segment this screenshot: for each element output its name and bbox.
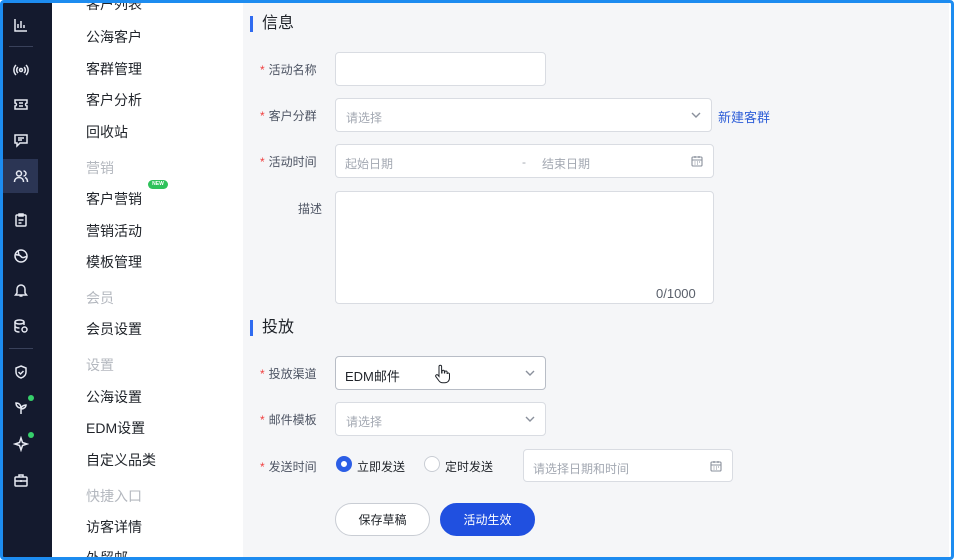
segment-placeholder: 请选择 bbox=[346, 111, 383, 125]
desc-label: 描述 bbox=[298, 202, 323, 216]
required-mark: * bbox=[260, 413, 265, 427]
radio-send-now[interactable] bbox=[336, 456, 352, 472]
menu-item-customer-analysis[interactable]: 客户分析 bbox=[86, 90, 142, 110]
channel-label-text: 投放渠道 bbox=[268, 367, 317, 381]
menu-item-edm-settings[interactable]: EDM设置 bbox=[86, 418, 145, 438]
menu-group-settings: 设置 bbox=[86, 357, 114, 373]
menu-item-visitor-details[interactable]: 访客详情 bbox=[86, 517, 142, 537]
required-mark: * bbox=[260, 63, 265, 77]
channel-label: * 投放渠道 bbox=[260, 365, 317, 382]
bell-icon[interactable] bbox=[3, 273, 38, 307]
chevron-down-icon bbox=[524, 367, 536, 379]
template-placeholder: 请选择 bbox=[346, 415, 383, 429]
menu-item-member-settings[interactable]: 会员设置 bbox=[86, 319, 142, 339]
menu-item-public-settings[interactable]: 公海设置 bbox=[86, 387, 142, 407]
datetime-placeholder: 请选择日期和时间 bbox=[533, 462, 630, 476]
menu-item-customer-marketing[interactable]: 客户营销 bbox=[86, 189, 142, 209]
required-mark: * bbox=[260, 367, 265, 381]
message-icon[interactable] bbox=[3, 123, 38, 157]
new-segment-link[interactable]: 新建客群 bbox=[718, 107, 770, 126]
date-range-picker[interactable]: 起始日期 - 结束日期 bbox=[335, 144, 714, 178]
globe-icon[interactable] bbox=[3, 239, 38, 273]
hand-cursor-icon bbox=[435, 364, 450, 384]
chevron-down-icon bbox=[524, 413, 536, 425]
activity-name-label: * 活动名称 bbox=[260, 61, 317, 78]
menu-item-recycle-bin[interactable]: 回收站 bbox=[86, 122, 128, 142]
chevron-down-icon bbox=[690, 109, 702, 121]
activity-name-label-text: 活动名称 bbox=[268, 63, 317, 77]
description-textarea[interactable]: 0/1000 bbox=[335, 191, 714, 304]
menu-group-member: 会员 bbox=[86, 290, 114, 306]
menu-item-trade-mail[interactable]: 外贸邮 bbox=[86, 548, 128, 557]
required-mark: * bbox=[260, 155, 265, 169]
clipboard-icon[interactable] bbox=[3, 203, 38, 237]
menu-item-customer-list[interactable]: 客户列表 bbox=[86, 3, 142, 14]
template-select[interactable]: 请选择 bbox=[335, 402, 546, 436]
rail-divider bbox=[9, 46, 33, 47]
template-label: * 邮件模板 bbox=[260, 411, 317, 428]
activity-name-input[interactable] bbox=[335, 52, 546, 86]
save-draft-button[interactable]: 保存草稿 bbox=[335, 503, 430, 536]
rail-divider bbox=[9, 348, 33, 349]
radio-scheduled-label[interactable]: 定时发送 bbox=[445, 458, 493, 475]
activate-button[interactable]: 活动生效 bbox=[440, 503, 535, 536]
menu-item-custom-categories[interactable]: 自定义品类 bbox=[86, 450, 156, 470]
menu-item-template-management[interactable]: 模板管理 bbox=[86, 252, 142, 272]
bar-chart-icon[interactable] bbox=[3, 8, 38, 42]
calendar-icon bbox=[710, 460, 722, 472]
datetime-picker[interactable]: 请选择日期和时间 bbox=[523, 449, 733, 482]
form-panel: 信息 * 活动名称 * 客户分群 请选择 新建客群 * 活动时间 起始日期 - 结束日… bbox=[243, 3, 949, 557]
section-title-info: 信息 bbox=[250, 16, 294, 32]
new-badge: NEW bbox=[148, 180, 168, 189]
send-time-label-text: 发送时间 bbox=[268, 460, 317, 474]
broadcast-icon[interactable] bbox=[3, 53, 38, 87]
shield-icon[interactable] bbox=[3, 355, 38, 389]
radio-send-now-label[interactable]: 立即发送 bbox=[357, 458, 405, 475]
end-date-placeholder[interactable]: 结束日期 bbox=[542, 155, 590, 172]
icon-rail bbox=[3, 3, 52, 557]
segment-select[interactable]: 请选择 bbox=[335, 98, 712, 132]
menu-group-marketing: 营销 bbox=[86, 160, 114, 176]
database-icon[interactable] bbox=[3, 309, 38, 343]
toolbox-icon[interactable] bbox=[3, 463, 38, 497]
users-icon[interactable] bbox=[3, 159, 38, 193]
notification-dot bbox=[28, 432, 34, 438]
section-title-delivery: 投放 bbox=[250, 320, 294, 336]
radio-scheduled[interactable] bbox=[424, 456, 440, 472]
range-separator: - bbox=[522, 155, 526, 169]
ticket-icon[interactable] bbox=[3, 87, 38, 121]
time-label-text: 活动时间 bbox=[268, 155, 317, 169]
time-label: * 活动时间 bbox=[260, 153, 317, 170]
calendar-icon bbox=[691, 155, 703, 167]
menu-group-shortcuts: 快捷入口 bbox=[86, 488, 142, 504]
menu-item-public-customers[interactable]: 公海客户 bbox=[86, 27, 142, 47]
template-label-text: 邮件模板 bbox=[268, 413, 317, 427]
menu-item-marketing-activities[interactable]: 营销活动 bbox=[86, 221, 142, 241]
segment-label: * 客户分群 bbox=[260, 107, 317, 124]
segment-label-text: 客户分群 bbox=[268, 109, 317, 123]
required-mark: * bbox=[260, 109, 265, 123]
required-mark: * bbox=[260, 460, 265, 474]
send-time-label: * 发送时间 bbox=[260, 458, 317, 475]
start-date-placeholder[interactable]: 起始日期 bbox=[345, 155, 393, 172]
notification-dot bbox=[28, 395, 34, 401]
channel-value: EDM邮件 bbox=[345, 369, 400, 384]
menu-item-segment-management[interactable]: 客群管理 bbox=[86, 59, 142, 79]
secondary-menu: 客户列表 公海客户 客群管理 客户分析 回收站 营销 客户营销 NEW 营销活动… bbox=[52, 3, 243, 557]
desc-char-counter: 0/1000 bbox=[656, 286, 696, 301]
app-window: 客户列表 公海客户 客群管理 客户分析 回收站 营销 客户营销 NEW 营销活动… bbox=[0, 0, 954, 560]
